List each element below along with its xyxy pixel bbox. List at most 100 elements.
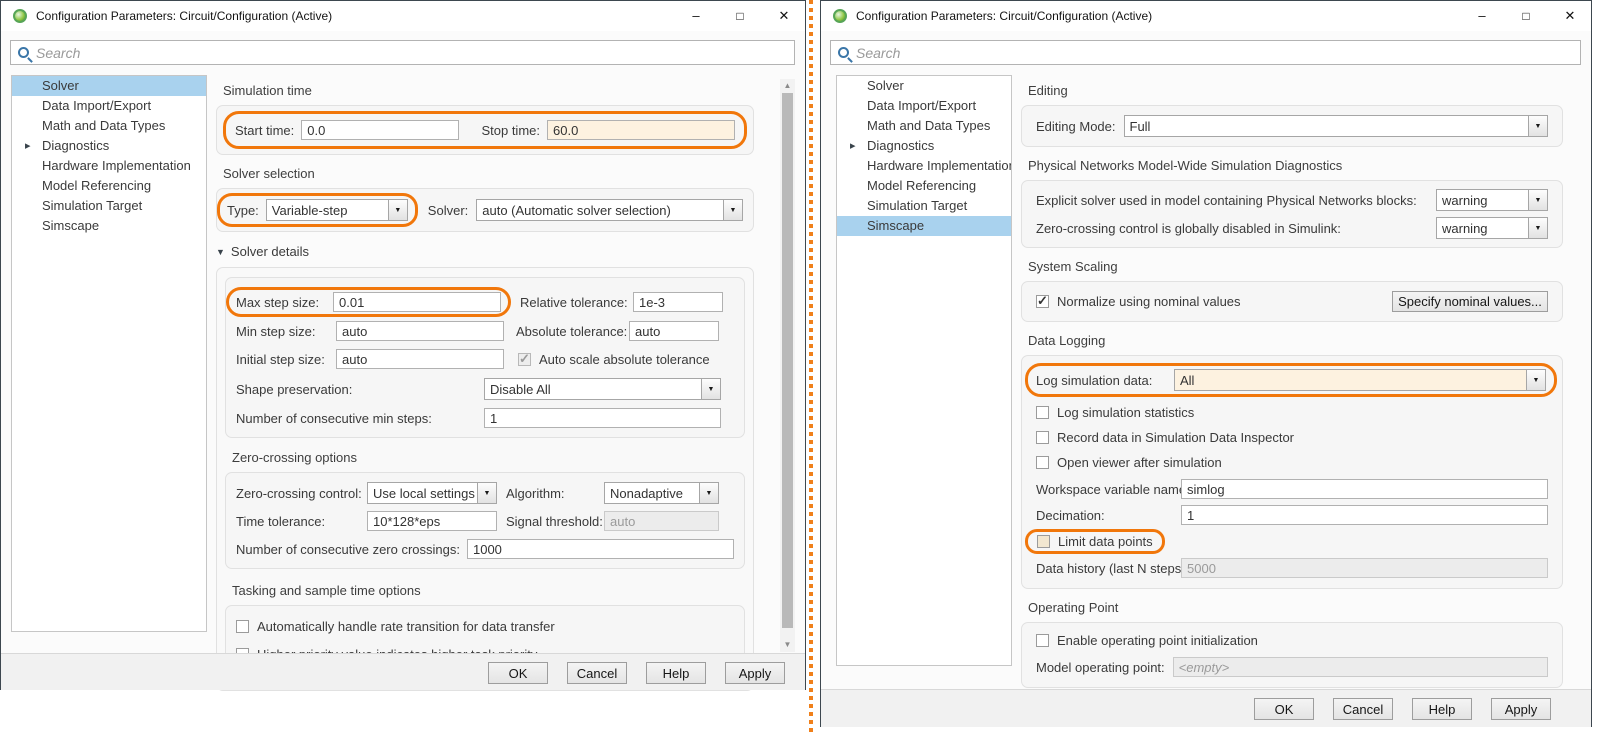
sidebar-item-simscape[interactable]: Simscape — [12, 216, 206, 236]
limit-data-points-checkbox[interactable] — [1037, 535, 1050, 548]
consecutive-zero-crossings-input[interactable]: 1000 — [467, 539, 734, 559]
open-viewer-checkbox[interactable] — [1036, 456, 1049, 469]
sidebar-item-hardware-implementation[interactable]: Hardware Implementation — [837, 156, 1011, 176]
help-button[interactable]: Help — [646, 662, 706, 684]
scroll-down-icon[interactable]: ▼ — [780, 638, 795, 652]
ok-button[interactable]: OK — [1254, 698, 1314, 720]
workspace-variable-input[interactable]: simlog — [1181, 479, 1548, 499]
sidebar-item-data-import-export[interactable]: Data Import/Export — [12, 96, 206, 116]
sidebar-item-simulation-target[interactable]: Simulation Target — [12, 196, 206, 216]
operating-point-group: Enable operating point initialization Mo… — [1021, 622, 1563, 688]
sidebar-item-solver[interactable]: Solver — [12, 76, 206, 96]
solver-selection-title: Solver selection — [223, 166, 754, 181]
cancel-button[interactable]: Cancel — [1333, 698, 1393, 720]
model-operating-point-input[interactable]: <empty> — [1173, 657, 1548, 677]
zc-disabled-label: Zero-crossing control is globally disabl… — [1036, 221, 1341, 236]
sidebar-item-model-referencing[interactable]: Model Referencing — [12, 176, 206, 196]
search-placeholder: Search — [36, 45, 80, 61]
rate-transition-checkbox[interactable] — [236, 620, 249, 633]
start-time-input[interactable]: 0.0 — [301, 120, 459, 140]
max-step-size-input[interactable]: 0.01 — [333, 292, 501, 312]
chevron-down-icon[interactable] — [388, 200, 407, 220]
chevron-down-icon[interactable] — [723, 200, 742, 220]
relative-tolerance-input[interactable]: 1e-3 — [633, 292, 723, 312]
operating-point-title: Operating Point — [1028, 600, 1563, 615]
sidebar-item-math-and-data-types[interactable]: Math and Data Types — [837, 116, 1011, 136]
maximize-icon[interactable]: □ — [733, 1, 747, 31]
signal-threshold-input[interactable]: auto — [604, 511, 719, 531]
sidebar-item-simscape[interactable]: Simscape — [837, 216, 1011, 236]
decimation-input[interactable]: 1 — [1181, 505, 1548, 525]
solver-dropdown[interactable]: auto (Automatic solver selection) — [476, 199, 743, 221]
tasking-title: Tasking and sample time options — [232, 583, 745, 598]
consecutive-zero-crossings-label: Number of consecutive zero crossings: — [236, 542, 460, 557]
auto-scale-checkbox[interactable] — [518, 353, 531, 366]
enable-operating-point-label: Enable operating point initialization — [1057, 633, 1258, 648]
annotation-limit-data-points: Limit data points — [1025, 529, 1165, 554]
shape-preservation-dropdown[interactable]: Disable All — [484, 378, 721, 400]
explicit-solver-dropdown[interactable]: warning — [1436, 189, 1548, 211]
title-bar: Configuration Parameters: Circuit/Config… — [821, 1, 1591, 31]
search-icon — [838, 47, 849, 58]
zero-crossing-control-dropdown[interactable]: Use local settings — [367, 482, 497, 504]
editing-title: Editing — [1028, 83, 1563, 98]
log-simulation-data-dropdown[interactable]: All — [1174, 369, 1546, 391]
log-statistics-checkbox[interactable] — [1036, 406, 1049, 419]
sidebar-item-diagnostics[interactable]: Diagnostics — [837, 136, 1011, 156]
chevron-down-icon[interactable] — [1528, 116, 1547, 136]
window-title: Configuration Parameters: Circuit/Config… — [36, 9, 332, 23]
data-history-label: Data history (last N steps): — [1036, 561, 1181, 576]
search-input[interactable]: Search — [830, 40, 1581, 65]
time-tolerance-input[interactable]: 10*128*eps — [367, 511, 497, 531]
auto-scale-label: Auto scale absolute tolerance — [539, 352, 710, 367]
initial-step-size-label: Initial step size: — [236, 352, 336, 367]
sidebar-item-hardware-implementation[interactable]: Hardware Implementation — [12, 156, 206, 176]
vertical-scrollbar[interactable]: ▲ ▼ — [780, 79, 795, 652]
chevron-down-icon[interactable] — [701, 379, 720, 399]
chevron-down-icon[interactable] — [1528, 190, 1547, 210]
sidebar-item-diagnostics[interactable]: Diagnostics — [12, 136, 206, 156]
sidebar-item-solver[interactable]: Solver — [837, 76, 1011, 96]
maximize-icon[interactable]: □ — [1519, 1, 1533, 31]
sidebar-item-data-import-export[interactable]: Data Import/Export — [837, 96, 1011, 116]
chevron-down-icon[interactable] — [1526, 370, 1545, 390]
help-button[interactable]: Help — [1412, 698, 1472, 720]
sidebar-item-model-referencing[interactable]: Model Referencing — [837, 176, 1011, 196]
cancel-button[interactable]: Cancel — [567, 662, 627, 684]
stop-time-input[interactable]: 60.0 — [547, 120, 735, 140]
absolute-tolerance-label: Absolute tolerance: — [516, 324, 629, 339]
apply-button[interactable]: Apply — [1491, 698, 1551, 720]
chevron-down-icon[interactable] — [699, 483, 718, 503]
scroll-up-icon[interactable]: ▲ — [780, 79, 795, 93]
minimize-icon[interactable]: – — [689, 1, 703, 31]
solver-details-expander[interactable]: ▼ Solver details — [216, 244, 754, 259]
editing-mode-label: Editing Mode: — [1036, 119, 1116, 134]
normalize-checkbox[interactable] — [1036, 295, 1049, 308]
consecutive-min-steps-input[interactable]: 1 — [484, 408, 721, 428]
chevron-down-icon[interactable] — [477, 483, 496, 503]
ok-button[interactable]: OK — [488, 662, 548, 684]
editing-mode-dropdown[interactable]: Full — [1124, 115, 1549, 137]
absolute-tolerance-input[interactable]: auto — [629, 321, 719, 341]
search-input[interactable]: Search — [10, 40, 795, 65]
record-data-checkbox[interactable] — [1036, 431, 1049, 444]
initial-step-size-input[interactable]: auto — [336, 349, 504, 369]
specify-nominal-values-button[interactable]: Specify nominal values... — [1392, 291, 1548, 312]
min-step-size-input[interactable]: auto — [336, 321, 504, 341]
scrollbar-thumb[interactable] — [782, 93, 793, 628]
close-icon[interactable]: ✕ — [1563, 1, 1577, 31]
chevron-down-icon[interactable] — [1528, 218, 1547, 238]
data-history-input[interactable]: 5000 — [1181, 558, 1548, 578]
open-viewer-label: Open viewer after simulation — [1057, 455, 1222, 470]
log-simulation-data-label: Log simulation data: — [1036, 373, 1174, 388]
close-icon[interactable]: ✕ — [777, 1, 791, 31]
pn-diagnostics-title: Physical Networks Model-Wide Simulation … — [1028, 158, 1563, 173]
sidebar-item-simulation-target[interactable]: Simulation Target — [837, 196, 1011, 216]
minimize-icon[interactable]: – — [1475, 1, 1489, 31]
algorithm-dropdown[interactable]: Nonadaptive — [604, 482, 719, 504]
zc-disabled-dropdown[interactable]: warning — [1436, 217, 1548, 239]
enable-operating-point-checkbox[interactable] — [1036, 634, 1049, 647]
solver-type-dropdown[interactable]: Variable-step — [266, 199, 408, 221]
sidebar-item-math-and-data-types[interactable]: Math and Data Types — [12, 116, 206, 136]
apply-button[interactable]: Apply — [725, 662, 785, 684]
